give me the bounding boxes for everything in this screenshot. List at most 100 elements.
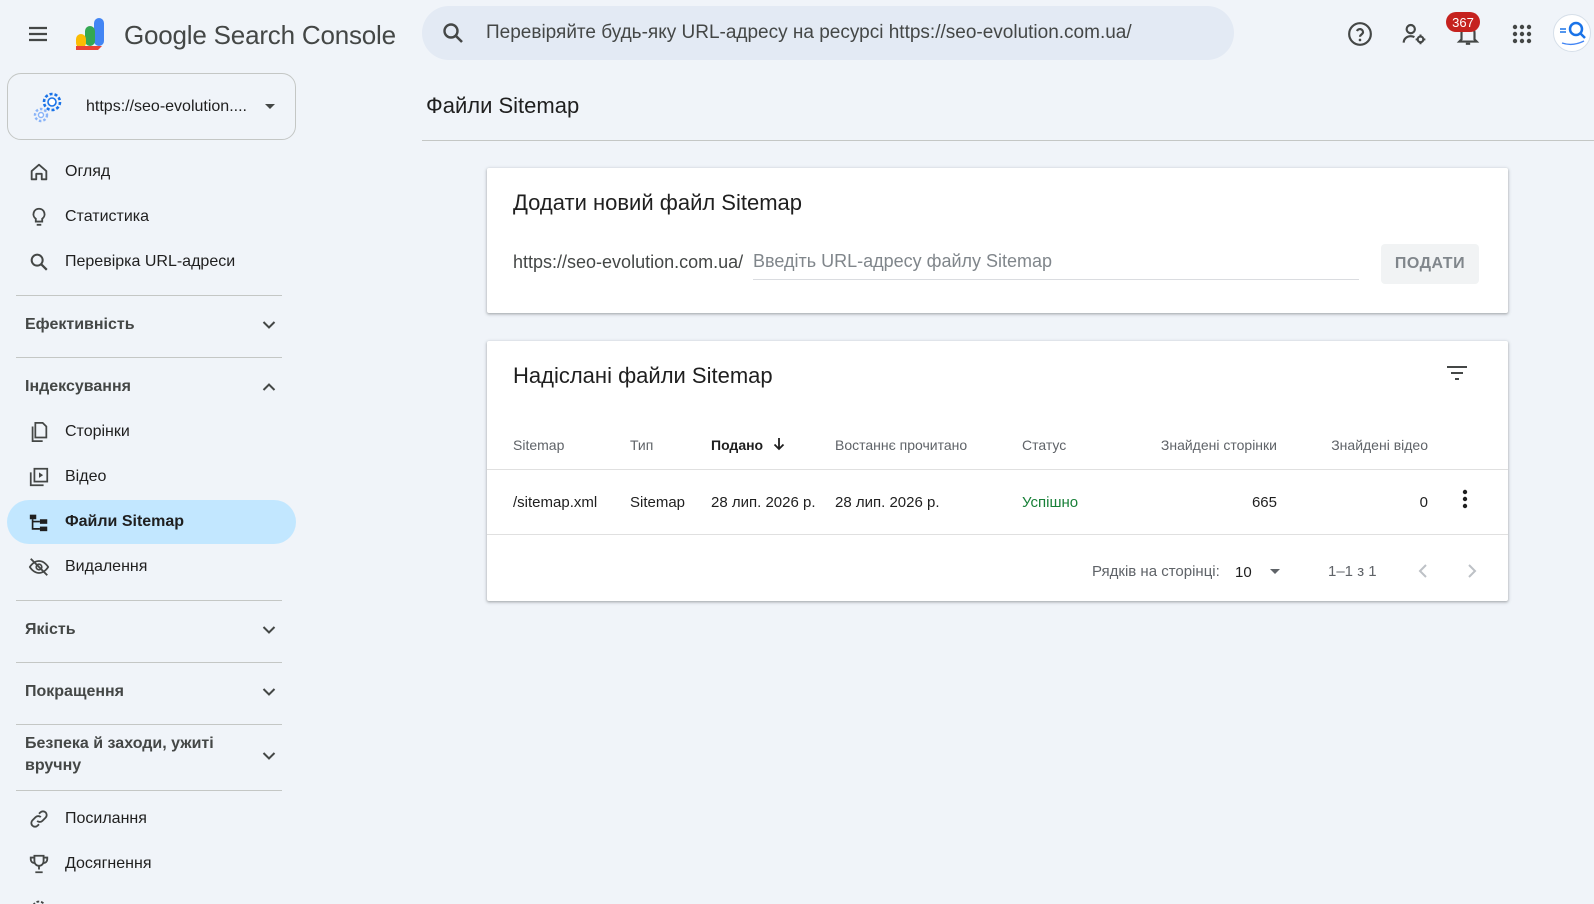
cell-submitted: 28 лип. 2026 р. — [711, 494, 816, 511]
nav-label: Відео — [65, 468, 107, 485]
search-icon — [27, 250, 51, 274]
sitemap-url-input[interactable] — [753, 248, 1359, 280]
nav-insights[interactable]: Статистика — [7, 195, 296, 239]
card-title: Додати новий файл Sitemap — [513, 190, 803, 215]
divider — [16, 724, 282, 725]
more-vert-icon[interactable] — [1453, 487, 1477, 511]
divider — [16, 600, 282, 601]
chevron-left-icon[interactable] — [1409, 557, 1437, 585]
trophy-icon — [27, 852, 51, 876]
cell-pages: 665 — [1251, 494, 1277, 511]
rows-per-page-label: Рядків на сторінці: — [1092, 563, 1220, 580]
section-label: Індексування — [25, 378, 131, 395]
section-security[interactable]: Безпека й заходи, ужиті вручну — [16, 733, 282, 779]
column-header-videos[interactable]: Знайдені відео — [1331, 437, 1428, 453]
nav-label: Видалення — [65, 558, 148, 575]
manage-users-icon[interactable] — [1398, 18, 1430, 50]
sitemap-icon — [27, 510, 51, 534]
card-title: Надіслані файли Sitemap — [513, 363, 773, 388]
nav-label: Досягнення — [65, 855, 152, 872]
nav-pages[interactable]: Сторінки — [7, 410, 296, 454]
chevron-down-icon — [260, 316, 278, 334]
chevron-down-icon — [260, 683, 278, 701]
section-performance[interactable]: Ефективність — [16, 314, 282, 336]
cell-videos: 0 — [1419, 494, 1428, 511]
video-icon — [27, 465, 51, 489]
cell-sitemap: /sitemap.xml — [513, 494, 598, 511]
column-header-submitted[interactable]: Подано — [711, 437, 785, 453]
property-gears-icon — [28, 87, 68, 127]
add-sitemap-card: Додати новий файл Sitemap https://seo-ev… — [487, 168, 1508, 313]
column-header-pages[interactable]: Знайдені сторінки — [1161, 437, 1277, 453]
column-header-status[interactable]: Статус — [1022, 437, 1066, 453]
property-label: https://seo-evolution.... — [86, 97, 247, 115]
search-console-logo[interactable] — [74, 16, 110, 52]
nav-videos[interactable]: Відео — [7, 455, 296, 499]
nav-overview[interactable]: Огляд — [7, 150, 296, 194]
row-divider — [487, 469, 1508, 470]
column-header-last-read[interactable]: Востаннє прочитано — [835, 437, 967, 453]
rows-per-page-value: 10 — [1235, 563, 1252, 581]
section-quality[interactable]: Якість — [16, 619, 282, 641]
section-label: Покращення — [25, 683, 125, 700]
arrow-down-icon — [773, 437, 785, 451]
brand-title: Google Search Console — [124, 20, 396, 50]
caret-down-icon — [263, 100, 277, 114]
nav-sitemaps[interactable]: Файли Sitemap — [7, 500, 296, 544]
menu-icon[interactable] — [22, 18, 54, 50]
chevron-right-icon[interactable] — [1458, 557, 1486, 585]
property-selector[interactable]: https://seo-evolution.... — [7, 73, 296, 140]
column-header-type[interactable]: Тип — [630, 437, 653, 453]
search-input[interactable] — [486, 22, 1206, 44]
section-indexing[interactable]: Індексування — [16, 376, 282, 398]
help-icon[interactable] — [1344, 18, 1376, 50]
nav-label: Сторінки — [65, 423, 130, 440]
section-label: Ефективність — [25, 316, 135, 333]
nav-label: Файли Sitemap — [65, 513, 185, 530]
rows-per-page-select[interactable]: 10 — [1235, 559, 1285, 585]
divider — [16, 790, 282, 791]
account-avatar[interactable] — [1553, 14, 1591, 52]
removals-icon — [27, 555, 51, 579]
nav-label: Огляд — [65, 163, 111, 180]
caret-down-icon — [1268, 565, 1282, 579]
nav-removals[interactable]: Видалення — [7, 545, 296, 589]
column-header-sitemap[interactable]: Sitemap — [513, 437, 564, 453]
home-icon — [27, 160, 51, 184]
divider — [16, 357, 282, 358]
lightbulb-icon — [27, 205, 51, 229]
chevron-down-icon — [260, 747, 278, 765]
section-label: Якість — [25, 621, 76, 638]
gear-icon — [27, 896, 51, 904]
section-label: Безпека й заходи, ужиті вручну — [25, 735, 214, 774]
nav-links[interactable]: Посилання — [7, 797, 296, 841]
submitted-sitemaps-card: Надіслані файли Sitemap Sitemap Тип Пода… — [487, 341, 1508, 601]
link-icon — [27, 807, 51, 831]
nav-settings[interactable] — [7, 886, 296, 904]
filter-icon[interactable] — [1441, 361, 1473, 385]
nav-achievements[interactable]: Досягнення — [7, 842, 296, 886]
nav-label: Посилання — [65, 810, 147, 827]
search-icon — [440, 20, 466, 46]
divider — [16, 295, 282, 296]
pages-icon — [27, 420, 51, 444]
row-divider — [487, 534, 1508, 535]
url-inspection-search[interactable] — [422, 6, 1234, 60]
chevron-up-icon — [260, 378, 278, 396]
pagination-range: 1–1 з 1 — [1328, 563, 1377, 580]
divider — [16, 662, 282, 663]
nav-url-inspection[interactable]: Перевірка URL-адреси — [7, 240, 296, 284]
cell-last-read: 28 лип. 2026 р. — [835, 494, 940, 511]
chevron-down-icon — [260, 621, 278, 639]
apps-icon[interactable] — [1506, 18, 1538, 50]
cell-type: Sitemap — [630, 494, 686, 511]
nav-label: Статистика — [65, 208, 150, 225]
page-title: Файли Sitemap — [426, 93, 580, 118]
url-prefix: https://seo-evolution.com.ua/ — [513, 252, 744, 272]
title-divider — [422, 140, 1594, 141]
nav-label: Перевірка URL-адреси — [65, 253, 236, 270]
notification-badge: 367 — [1446, 12, 1480, 32]
cell-status: Успішно — [1022, 494, 1079, 511]
submit-button[interactable]: ПОДАТИ — [1381, 244, 1479, 284]
section-enhancements[interactable]: Покращення — [16, 681, 282, 703]
